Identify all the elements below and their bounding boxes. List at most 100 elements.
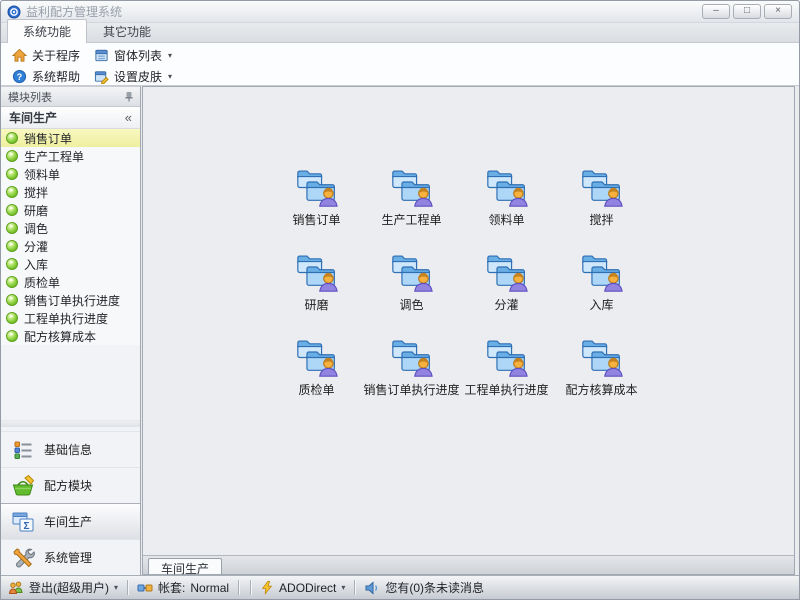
sidebar-item-formula-cost[interactable]: 配方核算成本 [1, 327, 140, 345]
shortcut-tinting[interactable]: 调色 [364, 253, 459, 313]
module-list-header: 模块列表 [1, 87, 140, 107]
account-label: 帐套: [158, 579, 185, 596]
shortcut-filling[interactable]: 分灌 [459, 253, 554, 313]
sidebar-item-label: 入库 [24, 256, 48, 273]
sidebar-item-engineering-order-progress[interactable]: 工程单执行进度 [1, 309, 140, 327]
about-program-label: 关于程序 [32, 47, 80, 64]
set-skin-button[interactable]: 设置皮肤 ▾ [87, 67, 179, 86]
sidebar-item-production-order[interactable]: 生产工程单 [1, 147, 140, 165]
sidebar-item-warehousing[interactable]: 入库 [1, 255, 140, 273]
sidebar-item-filling[interactable]: 分灌 [1, 237, 140, 255]
sidebar-item-label: 质检单 [24, 274, 60, 291]
about-program-button[interactable]: 关于程序 [5, 46, 87, 65]
folder-user-icon [296, 338, 338, 377]
sidebar-item-label: 配方核算成本 [24, 328, 96, 345]
window-title: 益利配方管理系统 [26, 3, 122, 20]
sidebar-item-label: 分灌 [24, 238, 48, 255]
nav-formula-module[interactable]: 配方模块 [1, 467, 140, 503]
shortcut-label: 分灌 [494, 296, 518, 313]
home-icon [12, 48, 27, 63]
green-arrow-icon [6, 132, 18, 144]
tab-other-functions[interactable]: 其它功能 [87, 19, 167, 42]
nav-button-label: 配方模块 [44, 477, 92, 494]
sidebar-item-label: 领料单 [24, 166, 60, 183]
form-list-button[interactable]: 窗体列表 ▾ [87, 46, 179, 65]
sidebar-item-material-requisition[interactable]: 领料单 [1, 165, 140, 183]
sidebar-item-quality-inspection[interactable]: 质检单 [1, 273, 140, 291]
nav-basic-info[interactable]: 基础信息 [1, 431, 140, 467]
module-list-title: 模块列表 [8, 89, 52, 105]
system-help-button[interactable]: ? 系统帮助 [5, 67, 87, 86]
shortcut-label: 入库 [589, 296, 613, 313]
folder-user-icon [581, 253, 623, 292]
green-arrow-icon [6, 168, 18, 180]
minimize-button[interactable]: – [702, 4, 730, 19]
nav-system-management[interactable]: 系统管理 [1, 539, 140, 575]
connection-icon [137, 580, 153, 596]
shortcut-engineering-order-progress[interactable]: 工程单执行进度 [459, 338, 554, 398]
shortcut-grid: 销售订单 生产工程单 领料单 搅拌 研磨 调色 [269, 168, 649, 398]
shortcut-warehousing[interactable]: 入库 [554, 253, 649, 313]
shortcut-sales-order[interactable]: 销售订单 [269, 168, 364, 228]
shortcut-production-order[interactable]: 生产工程单 [364, 168, 459, 228]
module-item-list: 销售订单 生产工程单 领料单 搅拌 研磨 调色 [1, 129, 140, 345]
nav-button-label: 基础信息 [44, 441, 92, 458]
form-list-icon [94, 48, 109, 63]
group-header-workshop[interactable]: 车间生产 « [1, 107, 140, 129]
statusbar: 登出(超级用户) ▾ 帐套: Normal ADODirect ▾ [1, 575, 799, 599]
unread-messages-indicator[interactable]: 您有(0)条未读消息 [364, 579, 484, 596]
pin-icon[interactable] [125, 91, 133, 102]
green-arrow-icon [6, 330, 18, 342]
shortcut-material-requisition[interactable]: 领料单 [459, 168, 554, 228]
system-help-label: 系统帮助 [32, 68, 80, 85]
sidebar-item-grinding[interactable]: 研磨 [1, 201, 140, 219]
svg-text:?: ? [17, 72, 22, 82]
app-window: 益利配方管理系统 – □ × 系统功能 其它功能 关于程序 [0, 0, 800, 600]
sidebar-item-mixing[interactable]: 搅拌 [1, 183, 140, 201]
shortcut-grinding[interactable]: 研磨 [269, 253, 364, 313]
sigma-form-icon: Σ [11, 510, 35, 534]
help-icon: ? [12, 69, 27, 84]
sidebar-item-tinting[interactable]: 调色 [1, 219, 140, 237]
account-value: Normal [190, 581, 229, 595]
shortcut-label: 工程单执行进度 [464, 381, 548, 398]
folder-user-icon [296, 168, 338, 207]
sidebar-item-label: 工程单执行进度 [24, 310, 108, 327]
document-tabstrip: 车间生产 [143, 555, 794, 574]
shortcut-sales-order-progress[interactable]: 销售订单执行进度 [364, 338, 459, 398]
green-arrow-icon [6, 186, 18, 198]
data-provider-button[interactable]: ADODirect ▾ [260, 580, 345, 595]
account-set-indicator[interactable]: 帐套: Normal [137, 579, 229, 596]
folder-user-icon [391, 168, 433, 207]
statusbar-separator [238, 580, 239, 595]
sidebar-item-label: 调色 [24, 220, 48, 237]
lightning-icon [260, 580, 274, 595]
close-button[interactable]: × [764, 4, 792, 19]
nav-button-group: 基础信息 配方模块 Σ 车间生产 [1, 431, 140, 575]
statusbar-separator [127, 580, 128, 595]
tools-icon [11, 546, 35, 570]
green-arrow-icon [6, 258, 18, 270]
shortcut-formula-cost[interactable]: 配方核算成本 [554, 338, 649, 398]
folder-user-icon [486, 253, 528, 292]
dropdown-arrow-icon: ▾ [168, 72, 172, 81]
shortcut-quality-inspection[interactable]: 质检单 [269, 338, 364, 398]
svg-text:Σ: Σ [23, 521, 29, 532]
green-arrow-icon [6, 276, 18, 288]
users-icon [8, 580, 24, 596]
collapse-icon[interactable]: « [125, 110, 132, 125]
logout-button[interactable]: 登出(超级用户) ▾ [8, 579, 118, 596]
dropdown-arrow-icon: ▾ [341, 583, 345, 592]
green-arrow-icon [6, 240, 18, 252]
tab-workshop-production[interactable]: 车间生产 [148, 558, 222, 574]
tab-system-functions[interactable]: 系统功能 [7, 19, 87, 43]
sidebar-item-sales-order[interactable]: 销售订单 [1, 129, 140, 147]
shortcut-mixing[interactable]: 搅拌 [554, 168, 649, 228]
sidebar-item-label: 销售订单 [24, 130, 72, 147]
navpane-splitter[interactable] [1, 420, 140, 427]
maximize-button[interactable]: □ [733, 4, 761, 19]
nav-workshop-production[interactable]: Σ 车间生产 [1, 503, 140, 539]
sidebar-item-sales-order-progress[interactable]: 销售订单执行进度 [1, 291, 140, 309]
statusbar-separator [250, 580, 251, 595]
green-arrow-icon [6, 150, 18, 162]
